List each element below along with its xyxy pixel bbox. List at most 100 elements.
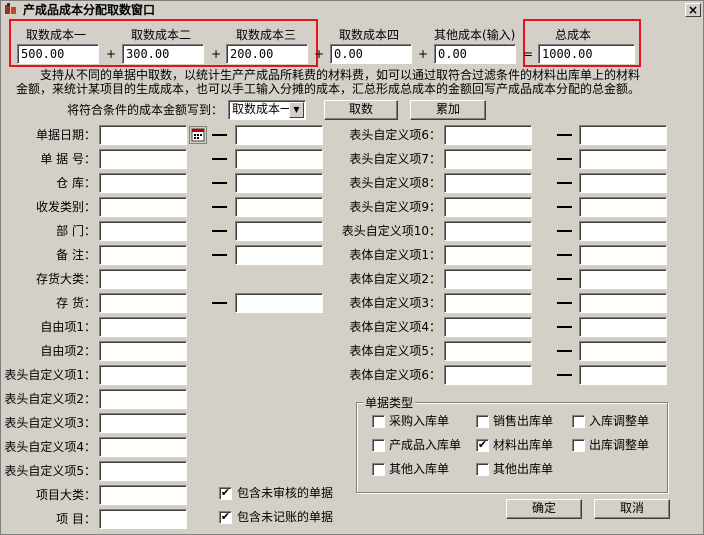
right-field-input-to[interactable] <box>579 125 667 145</box>
left-field-input-from[interactable] <box>99 509 187 529</box>
left-field-input-from[interactable] <box>99 461 187 481</box>
left-field-input-from[interactable] <box>99 221 187 241</box>
right-field-input-to[interactable] <box>579 197 667 217</box>
left-field-label: 项 目： <box>56 512 96 526</box>
range-dash <box>557 254 572 256</box>
cost4-input[interactable]: 0.00 <box>330 44 412 64</box>
left-field-input-to[interactable] <box>235 293 323 313</box>
left-field-input-from[interactable] <box>99 245 187 265</box>
left-field-label: 表头自定义项4： <box>4 440 96 454</box>
right-field-input-to[interactable] <box>579 245 667 265</box>
total-cost-input[interactable]: 1000.00 <box>538 44 635 64</box>
range-dash <box>557 206 572 208</box>
right-field-input-from[interactable] <box>444 293 532 313</box>
right-field-input-from[interactable] <box>444 197 532 217</box>
range-dash <box>212 182 227 184</box>
right-field-input-to[interactable] <box>579 221 667 241</box>
left-field-input-to[interactable] <box>235 173 323 193</box>
doc-type-group-title: 单据类型 <box>363 396 416 410</box>
left-field-label: 表头自定义项5： <box>4 464 96 478</box>
left-field-input-from[interactable] <box>99 149 187 169</box>
doc-type-checkbox[interactable] <box>476 415 489 428</box>
check-mark-icon: ✔ <box>220 486 231 499</box>
plus-sign: + <box>418 47 429 61</box>
write-to-select[interactable]: 取数成本一 ▼ <box>228 100 306 120</box>
right-field-input-from[interactable] <box>444 245 532 265</box>
left-field-input-from[interactable] <box>99 269 187 289</box>
left-field-input-from[interactable] <box>99 341 187 361</box>
right-field-label: 表体自定义项5： <box>349 344 441 358</box>
doc-type-checkbox[interactable] <box>372 439 385 452</box>
range-dash <box>212 158 227 160</box>
left-field-input-from[interactable] <box>99 413 187 433</box>
include-unposted-checkbox[interactable]: ✔ <box>219 511 232 524</box>
doc-type-checkbox[interactable] <box>372 463 385 476</box>
left-field-label: 仓 库： <box>56 176 96 190</box>
left-field-label: 存货大类： <box>35 272 96 286</box>
left-field-input-to[interactable] <box>235 125 323 145</box>
right-field-input-from[interactable] <box>444 125 532 145</box>
left-field-label: 部 门： <box>56 224 96 238</box>
check-mark-icon: ✔ <box>220 510 231 523</box>
left-field-input-from[interactable] <box>99 317 187 337</box>
left-field-input-from[interactable] <box>99 197 187 217</box>
left-field-input-from[interactable] <box>99 125 187 145</box>
cancel-button[interactable]: 取消 <box>594 499 670 519</box>
cost3-label: 取数成本三 <box>236 28 297 42</box>
doc-type-checkbox[interactable]: ✔ <box>476 439 489 452</box>
other-cost-input[interactable]: 0.00 <box>434 44 516 64</box>
accumulate-button[interactable]: 累加 <box>410 100 486 120</box>
right-field-input-to[interactable] <box>579 269 667 289</box>
right-field-input-from[interactable] <box>444 365 532 385</box>
range-dash <box>557 374 572 376</box>
left-field-input-from[interactable] <box>99 293 187 313</box>
right-field-input-from[interactable] <box>444 269 532 289</box>
left-field-input-from[interactable] <box>99 485 187 505</box>
left-field-label: 表头自定义项3： <box>4 416 96 430</box>
fetch-button[interactable]: 取数 <box>324 100 398 120</box>
equals-sign: = <box>523 47 534 61</box>
doc-type-label: 销售出库单 <box>493 414 554 428</box>
right-field-input-to[interactable] <box>579 317 667 337</box>
cost1-input[interactable]: 500.00 <box>17 44 99 64</box>
left-field-input-to[interactable] <box>235 197 323 217</box>
left-field-input-to[interactable] <box>235 245 323 265</box>
app-icon <box>4 3 18 16</box>
right-field-label: 表体自定义项1： <box>349 248 441 262</box>
cost2-input[interactable]: 300.00 <box>122 44 204 64</box>
doc-type-checkbox[interactable] <box>372 415 385 428</box>
window-title: 产成品成本分配取数窗口 <box>23 3 156 17</box>
left-field-label: 单 据 号： <box>40 152 96 166</box>
include-unposted-label: 包含未记账的单据 <box>237 510 334 524</box>
cost3-input[interactable]: 200.00 <box>226 44 308 64</box>
doc-type-checkbox[interactable] <box>572 439 585 452</box>
right-field-input-from[interactable] <box>444 149 532 169</box>
right-field-input-to[interactable] <box>579 365 667 385</box>
right-field-input-to[interactable] <box>579 173 667 193</box>
doc-type-label: 材料出库单 <box>493 438 554 452</box>
right-field-input-from[interactable] <box>444 341 532 361</box>
right-field-input-to[interactable] <box>579 293 667 313</box>
close-button[interactable]: × <box>685 3 701 17</box>
doc-type-checkbox[interactable] <box>476 463 489 476</box>
chevron-down-icon[interactable]: ▼ <box>289 102 304 118</box>
left-field-input-from[interactable] <box>99 173 187 193</box>
left-field-input-to[interactable] <box>235 149 323 169</box>
left-field-label: 收发类别： <box>35 200 96 214</box>
left-field-input-to[interactable] <box>235 221 323 241</box>
include-unaudited-checkbox[interactable]: ✔ <box>219 487 232 500</box>
right-field-input-to[interactable] <box>579 149 667 169</box>
left-field-input-from[interactable] <box>99 389 187 409</box>
doc-type-checkbox[interactable] <box>572 415 585 428</box>
calendar-icon[interactable] <box>189 126 207 144</box>
left-field-label: 存 货： <box>56 296 96 310</box>
ok-button[interactable]: 确定 <box>506 499 582 519</box>
right-field-label: 表体自定义项6： <box>349 368 441 382</box>
left-field-input-from[interactable] <box>99 365 187 385</box>
right-field-input-from[interactable] <box>444 173 532 193</box>
left-field-input-from[interactable] <box>99 437 187 457</box>
right-field-input-from[interactable] <box>444 317 532 337</box>
right-field-input-from[interactable] <box>444 221 532 241</box>
right-field-input-to[interactable] <box>579 341 667 361</box>
range-dash <box>557 278 572 280</box>
